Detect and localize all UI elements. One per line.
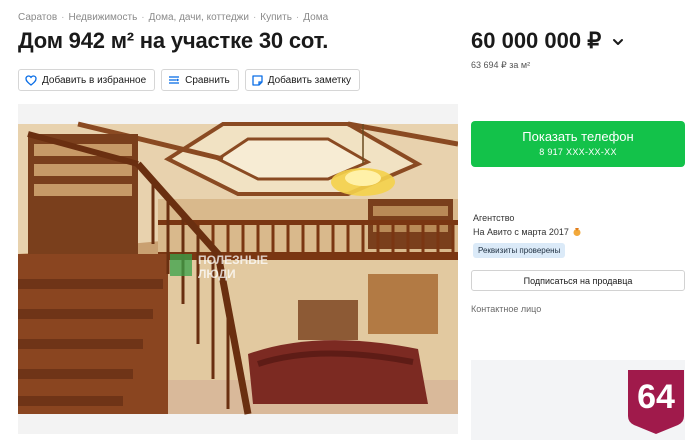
seller-since-text: На Авито с марта 2017	[473, 227, 569, 237]
add-note-button[interactable]: Добавить заметку	[244, 69, 360, 91]
breadcrumb-item-city[interactable]: Саратов	[18, 12, 57, 23]
compare-icon	[169, 76, 180, 84]
medal-icon	[573, 228, 581, 236]
region-64-logo: 64	[624, 368, 688, 434]
note-icon	[252, 74, 263, 86]
breadcrumb-separator: ·	[61, 12, 65, 23]
breadcrumb-item-buy[interactable]: Купить	[260, 12, 292, 23]
contact-person-label: Контактное лицо	[471, 304, 542, 314]
listing-photo[interactable]: ПОЛЕЗНЫЕ ЛЮДИ	[18, 104, 458, 434]
compare-button[interactable]: Сравнить	[161, 69, 239, 91]
seller-type: Агентство	[473, 213, 515, 223]
breadcrumb-item-houses-category[interactable]: Дома, дачи, коттеджи	[149, 12, 249, 23]
interior-photo-image: ПОЛЕЗНЫЕ ЛЮДИ	[18, 104, 458, 434]
page-title: Дом 942 м² на участке 30 сот.	[18, 28, 329, 53]
price-value: 60 000 000 ₽	[471, 28, 602, 53]
chevron-down-icon[interactable]	[612, 36, 624, 48]
show-phone-button[interactable]: Показать телефон 8 917 XXX-XX-XX	[471, 121, 685, 167]
breadcrumb-separator: ·	[295, 12, 300, 23]
breadcrumb-item-real-estate[interactable]: Недвижимость	[68, 12, 137, 23]
breadcrumb-separator: ·	[252, 12, 257, 23]
show-phone-label: Показать телефон	[522, 129, 634, 144]
seller-since: На Авито с марта 2017	[473, 227, 582, 237]
price-per-square-meter: 63 694 ₽ за м²	[471, 60, 531, 70]
svg-text:ПОЛЕЗНЫЕ: ПОЛЕЗНЫЕ	[198, 253, 268, 267]
subscribe-to-seller-button[interactable]: Подписаться на продавца	[471, 270, 685, 291]
heart-icon	[25, 74, 37, 86]
breadcrumb: Саратов · Недвижимость · Дома, дачи, коттедж…	[18, 12, 328, 23]
region-64-text: 64	[637, 377, 675, 416]
breadcrumb-separator: ·	[141, 12, 145, 23]
phone-number-masked: 8 917 XXX-XX-XX	[539, 147, 617, 157]
add-to-favorites-button[interactable]: Добавить в избранное	[18, 69, 156, 91]
listing-actions: Добавить в избранное Сравнить Добавить з…	[18, 69, 360, 91]
breadcrumb-item-houses[interactable]: Дома	[303, 12, 328, 23]
verified-details-badge: Реквизиты проверены	[473, 243, 566, 258]
svg-text:ЛЮДИ: ЛЮДИ	[198, 267, 236, 281]
add-note-label: Добавить заметку	[267, 74, 351, 86]
compare-label: Сравнить	[185, 74, 230, 86]
add-to-favorites-label: Добавить в избранное	[42, 74, 147, 86]
